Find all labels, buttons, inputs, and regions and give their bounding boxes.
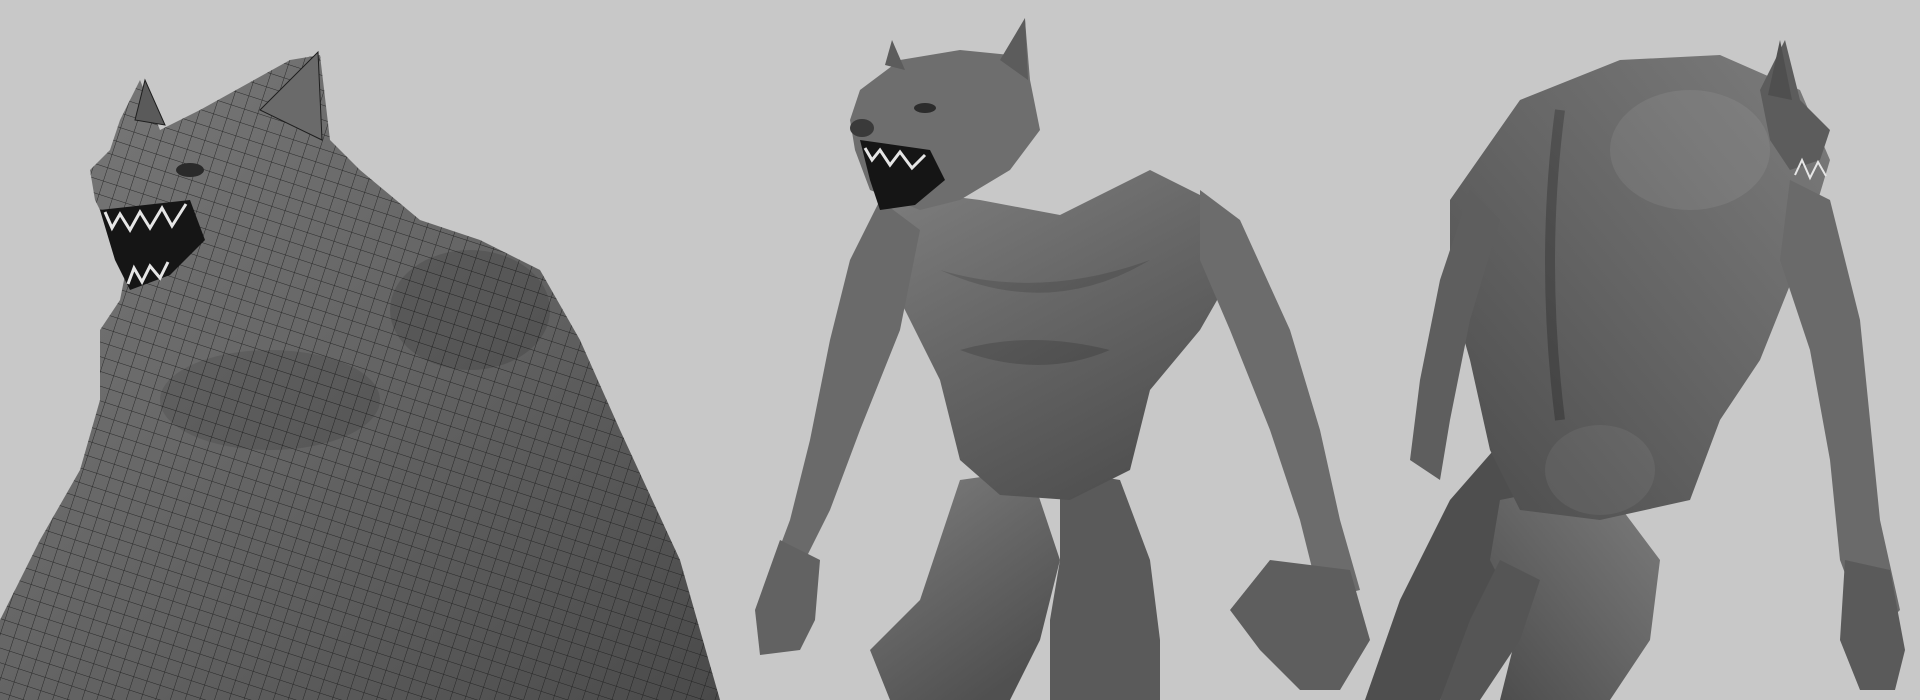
wireframe-chest-shadow (160, 350, 380, 450)
shaded-werewolf-back-figure (1365, 40, 1905, 700)
wireframe-eye (176, 163, 204, 177)
front-right-arm (1200, 190, 1360, 600)
shaded-werewolf-front-figure (755, 18, 1370, 700)
wireframe-shoulder-shadow (390, 250, 550, 370)
back-right-hand (1840, 560, 1905, 690)
wireframe-grid-overlay (0, 55, 720, 700)
front-eye (914, 103, 936, 113)
front-left-hand (755, 540, 820, 655)
back-glute-highlight (1545, 425, 1655, 515)
front-right-leg (1050, 470, 1160, 700)
back-shoulder-highlight (1610, 90, 1770, 210)
front-left-leg (870, 470, 1060, 700)
wireframe-werewolf-figure (0, 50, 720, 700)
front-ear-left (885, 40, 905, 70)
3d-viewport (0, 0, 1920, 700)
front-right-hand (1230, 560, 1370, 690)
front-nose (850, 119, 874, 137)
render-canvas (0, 18, 1905, 700)
front-torso (870, 170, 1240, 500)
